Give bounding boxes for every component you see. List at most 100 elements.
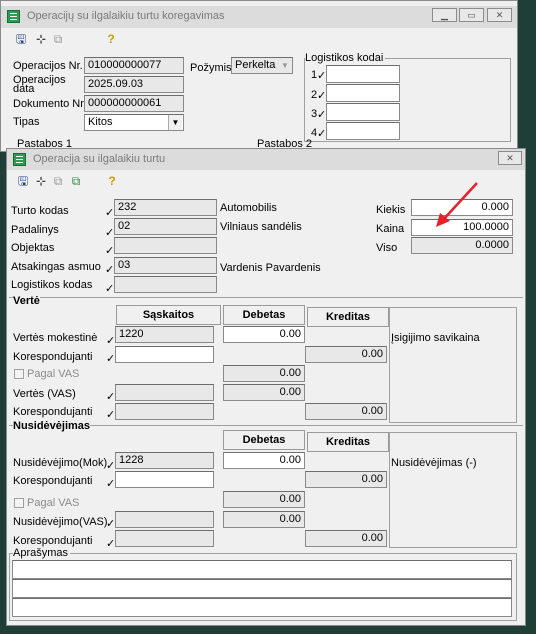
value-section-separator: [9, 297, 523, 298]
attribute-label: Požymis: [190, 62, 232, 74]
dep-vat-checkbox[interactable]: [14, 498, 24, 508]
checkmark-icon: ✓: [106, 353, 116, 365]
checkmark-icon: ✓: [105, 245, 115, 257]
front-window-title: Operacija su ilgalaikiu turtu: [33, 153, 166, 165]
chevron-down-icon[interactable]: ▼: [168, 115, 182, 130]
description-line-2[interactable]: [12, 579, 512, 598]
value-vas-label: Vertės (VAS): [13, 388, 76, 400]
checkmark-icon: ✓: [105, 227, 115, 239]
dep-tax-account-field[interactable]: 1228: [115, 452, 214, 469]
dep-corr2-label: Korespondujanti: [13, 535, 93, 547]
value-corr1-label: Korespondujanti: [13, 351, 93, 363]
help-icon[interactable]: ?: [104, 173, 120, 189]
close-button[interactable]: ✕: [498, 151, 522, 165]
responsible-field[interactable]: 03: [114, 257, 217, 274]
dep-vas-account-field[interactable]: [115, 511, 214, 528]
dep-corr2-account-field[interactable]: [115, 530, 214, 547]
quantity-label: Kiekis: [376, 204, 406, 216]
paste-icon[interactable]: ⧉: [68, 173, 84, 189]
depreciation-minus-label: Nusidėvėjimas (-): [391, 457, 477, 469]
department-name: Vilniaus sandėlis: [220, 221, 302, 233]
value-corr2-account-field[interactable]: [115, 403, 214, 420]
description-line-1[interactable]: [12, 560, 512, 579]
value-vat-checkbox[interactable]: [14, 369, 24, 379]
type-dropdown[interactable]: Kitos ▼: [84, 114, 184, 131]
close-button[interactable]: ✕: [487, 8, 512, 22]
logistics-codes-label: Logistikos kodai: [305, 52, 386, 64]
app-icon: [7, 10, 20, 23]
value-corr1-account-field[interactable]: [115, 346, 214, 363]
value-tax-account-field[interactable]: 1220: [115, 326, 214, 343]
asset-name: Automobilis: [220, 202, 277, 214]
value-tax-debit-field[interactable]: 0.00: [223, 326, 305, 343]
back-toolbar: 🖫 ⊹ ⧉ ?: [13, 31, 133, 47]
help-icon[interactable]: ?: [103, 31, 119, 47]
operation-no-field[interactable]: 010000000077: [84, 57, 184, 74]
back-window: Operacijų su ilgalaikiu turtu koregavima…: [0, 0, 518, 152]
dep-col-debit-header: Debetas: [223, 430, 305, 450]
save-icon[interactable]: 🖫: [15, 173, 31, 189]
attribute-dropdown[interactable]: Perkelta ▼: [231, 57, 293, 74]
back-window-titlebar[interactable]: Operacijų su ilgalaikiu turtu koregavima…: [1, 6, 517, 28]
object-field[interactable]: [114, 237, 217, 254]
dep-corr1-label: Korespondujanti: [13, 475, 93, 487]
col-debit-header: Debetas: [223, 305, 305, 325]
checkmark-icon: ✓: [106, 478, 116, 490]
checkmark-icon: ✓: [105, 264, 115, 276]
copy-icon[interactable]: ⧉: [50, 31, 66, 47]
value-vat-debit-field: 0.00: [223, 365, 305, 382]
chevron-down-icon[interactable]: ▼: [279, 58, 291, 73]
value-section-title: Vertė: [13, 295, 40, 307]
logistics-code-1-field[interactable]: [326, 65, 400, 83]
department-label: Padalinys: [11, 224, 59, 236]
value-vas-account-field[interactable]: [115, 384, 214, 401]
responsible-name: Vardenis Pavardenis: [220, 262, 321, 274]
checkmark-icon: ✓: [317, 128, 327, 140]
operation-no-label: Operacijos Nr.: [13, 60, 83, 72]
object-label: Objektas: [11, 242, 55, 254]
type-label: Tipas: [13, 116, 40, 128]
logistics-code-3-field[interactable]: [326, 103, 400, 121]
type-value: Kitos: [88, 116, 113, 128]
checkmark-icon: ✓: [317, 70, 327, 82]
logistics-code-2-field[interactable]: [326, 84, 400, 102]
checkmark-icon: ✓: [317, 109, 327, 121]
checkmark-icon: ✓: [106, 335, 116, 347]
maximize-button[interactable]: ▭: [459, 8, 484, 22]
minimize-button[interactable]: ▁: [432, 8, 457, 22]
front-window: Operacija su ilgalaikiu turtu ✕ 🖫 ⊹ ⧉ ⧉ …: [6, 148, 526, 626]
dep-corr1-credit-field: 0.00: [305, 471, 387, 488]
dep-tax-debit-field[interactable]: 0.00: [223, 452, 305, 469]
acquisition-cost-label: Įsigijimo savikaina: [391, 332, 480, 344]
dep-corr2-credit-field: 0.00: [305, 530, 387, 547]
attribute-value: Perkelta: [235, 59, 276, 71]
description-line-3[interactable]: [12, 598, 512, 617]
operation-date-field[interactable]: 2025.09.03: [84, 76, 184, 93]
price-label: Kaina: [376, 223, 405, 235]
value-corr2-credit-field: 0.00: [305, 403, 387, 420]
checkmark-icon: ✓: [317, 90, 327, 102]
value-corr2-label: Korespondujanti: [13, 406, 93, 418]
dep-corr1-account-field[interactable]: [115, 471, 214, 488]
value-corr1-credit-field: 0.00: [305, 346, 387, 363]
tree-icon[interactable]: ⊹: [33, 31, 49, 47]
asset-code-label: Turto kodas: [11, 205, 69, 217]
front-window-titlebar[interactable]: Operacija su ilgalaikiu turtu ✕: [7, 149, 525, 170]
tree-icon[interactable]: ⊹: [33, 173, 49, 189]
dep-vas-debit-field: 0.00: [223, 511, 305, 528]
department-field[interactable]: 02: [114, 218, 217, 235]
document-no-field[interactable]: 000000000061: [84, 95, 184, 112]
copy-icon[interactable]: ⧉: [50, 173, 66, 189]
depreciation-section-title: Nusidėvėjimas: [13, 420, 91, 432]
dep-tax-label: Nusidėvėjimo(Mok): [13, 457, 108, 469]
value-vas-debit-field: 0.00: [223, 384, 305, 401]
dep-col-credit-header: Kreditas: [307, 432, 389, 452]
asset-code-field[interactable]: 232: [114, 199, 217, 216]
logistics-code-field[interactable]: [114, 276, 217, 293]
logistics-code-4-field[interactable]: [326, 122, 400, 140]
checkmark-icon: ✓: [105, 283, 115, 295]
back-window-title: Operacijų su ilgalaikiu turtu koregavima…: [27, 10, 225, 22]
dep-vas-label: Nusidėvėjimo(VAS): [13, 516, 108, 528]
save-icon[interactable]: 🖫: [13, 31, 29, 47]
col-credit-header: Kreditas: [307, 307, 389, 327]
